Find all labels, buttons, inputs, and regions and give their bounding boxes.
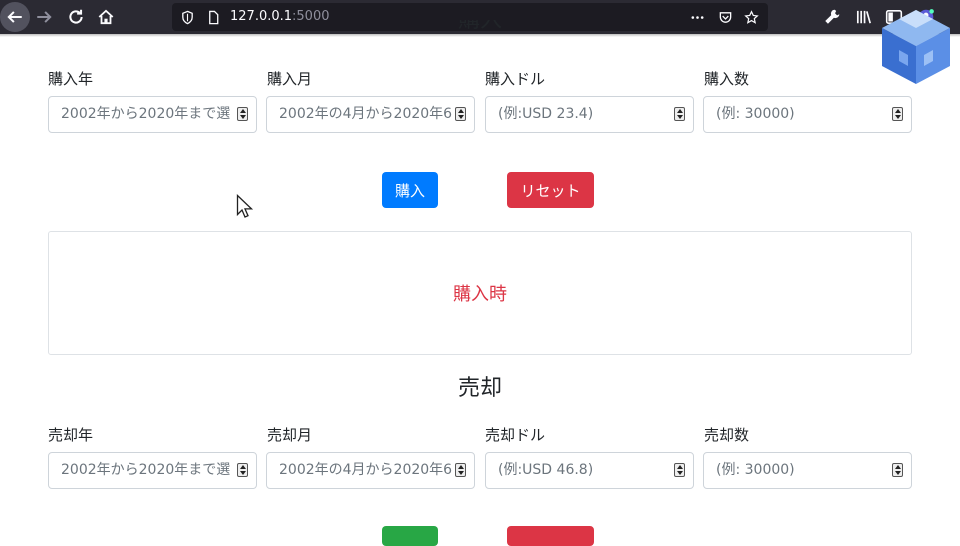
- purchase-reset-button[interactable]: リセット: [507, 172, 594, 208]
- sale-year-label: 売却年: [48, 426, 94, 444]
- spinner-icon[interactable]: [237, 107, 248, 121]
- sale-section-title: 売却: [457, 376, 502, 401]
- purchase-quantity-input[interactable]: (例: 30000): [703, 96, 912, 133]
- purchase-year-placeholder: 2002年から2020年まで選: [61, 106, 231, 122]
- sale-button[interactable]: [382, 526, 438, 546]
- purchase-dollar-input[interactable]: (例:USD 23.4): [485, 96, 694, 133]
- purchase-button[interactable]: 購入: [382, 172, 438, 208]
- purchase-dollar-placeholder: (例:USD 23.4): [498, 106, 594, 122]
- purchase-result-card: 購入時: [48, 231, 912, 355]
- spinner-icon[interactable]: [674, 107, 685, 121]
- spinner-icon[interactable]: [455, 463, 466, 477]
- spinner-icon[interactable]: [674, 463, 685, 477]
- purchase-month-input[interactable]: 2002年の4月から2020年6: [266, 96, 475, 133]
- mouse-cursor-icon: [236, 194, 254, 218]
- purchase-month-placeholder: 2002年の4月から2020年6: [279, 106, 453, 122]
- sale-dollar-placeholder: (例:USD 46.8): [498, 462, 594, 478]
- sale-month-placeholder: 2002年の4月から2020年6: [279, 462, 453, 478]
- purchase-month-label: 購入月: [267, 70, 313, 88]
- purchase-quantity-label: 購入数: [704, 70, 750, 88]
- sale-reset-button[interactable]: [507, 526, 594, 546]
- sale-quantity-label: 売却数: [704, 426, 750, 444]
- sale-dollar-label: 売却ドル: [485, 426, 546, 444]
- sale-quantity-placeholder: (例: 30000): [716, 462, 795, 478]
- sale-year-placeholder: 2002年から2020年まで選: [61, 462, 231, 478]
- sale-month-input[interactable]: 2002年の4月から2020年6: [266, 452, 475, 489]
- purchase-year-label: 購入年: [48, 70, 94, 88]
- spinner-icon[interactable]: [892, 107, 903, 121]
- cube-logo-icon: [882, 10, 950, 84]
- purchase-result-text: 購入時: [453, 284, 507, 305]
- sale-quantity-input[interactable]: (例: 30000): [703, 452, 912, 489]
- purchase-dollar-label: 購入ドル: [485, 70, 546, 88]
- sale-month-label: 売却月: [267, 426, 313, 444]
- purchase-section-title: 購入: [457, 20, 502, 33]
- purchase-quantity-placeholder: (例: 30000): [716, 106, 795, 122]
- purchase-year-input[interactable]: 2002年から2020年まで選: [48, 96, 257, 133]
- sale-year-input[interactable]: 2002年から2020年まで選: [48, 452, 257, 489]
- sale-dollar-input[interactable]: (例:USD 46.8): [485, 452, 694, 489]
- spinner-icon[interactable]: [237, 463, 248, 477]
- spinner-icon[interactable]: [892, 463, 903, 477]
- spinner-icon[interactable]: [455, 107, 466, 121]
